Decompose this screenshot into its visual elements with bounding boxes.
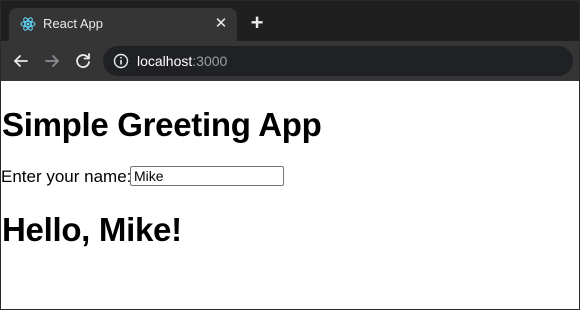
arrow-left-icon[interactable] — [10, 50, 32, 72]
close-icon[interactable]: ✕ — [212, 15, 230, 33]
name-label: Enter your name: — [1, 167, 132, 186]
url-host: localhost — [137, 53, 193, 69]
greeting-heading: Hello, Mike! — [2, 211, 182, 248]
tab-title: React App — [43, 16, 103, 31]
tab-strip: React App ✕ + — [1, 1, 579, 41]
browser-toolbar: localhost:3000 — [1, 41, 579, 81]
react-logo-icon — [20, 17, 36, 31]
page-title: Simple Greeting App — [2, 106, 322, 143]
info-icon[interactable] — [113, 53, 129, 69]
reload-icon[interactable] — [72, 50, 94, 72]
arrow-right-icon[interactable] — [41, 50, 63, 72]
url-text: localhost:3000 — [137, 53, 227, 69]
page-content: Simple Greeting App Enter your name: Hel… — [1, 81, 579, 309]
plus-icon[interactable]: + — [246, 12, 268, 35]
browser-window: React App ✕ + localhost:3000 Simple Gree… — [0, 0, 580, 310]
url-port: :3000 — [192, 53, 228, 69]
tab-react-app[interactable]: React App ✕ — [9, 8, 237, 41]
address-bar[interactable]: localhost:3000 — [103, 46, 573, 76]
name-input[interactable] — [130, 166, 284, 186]
